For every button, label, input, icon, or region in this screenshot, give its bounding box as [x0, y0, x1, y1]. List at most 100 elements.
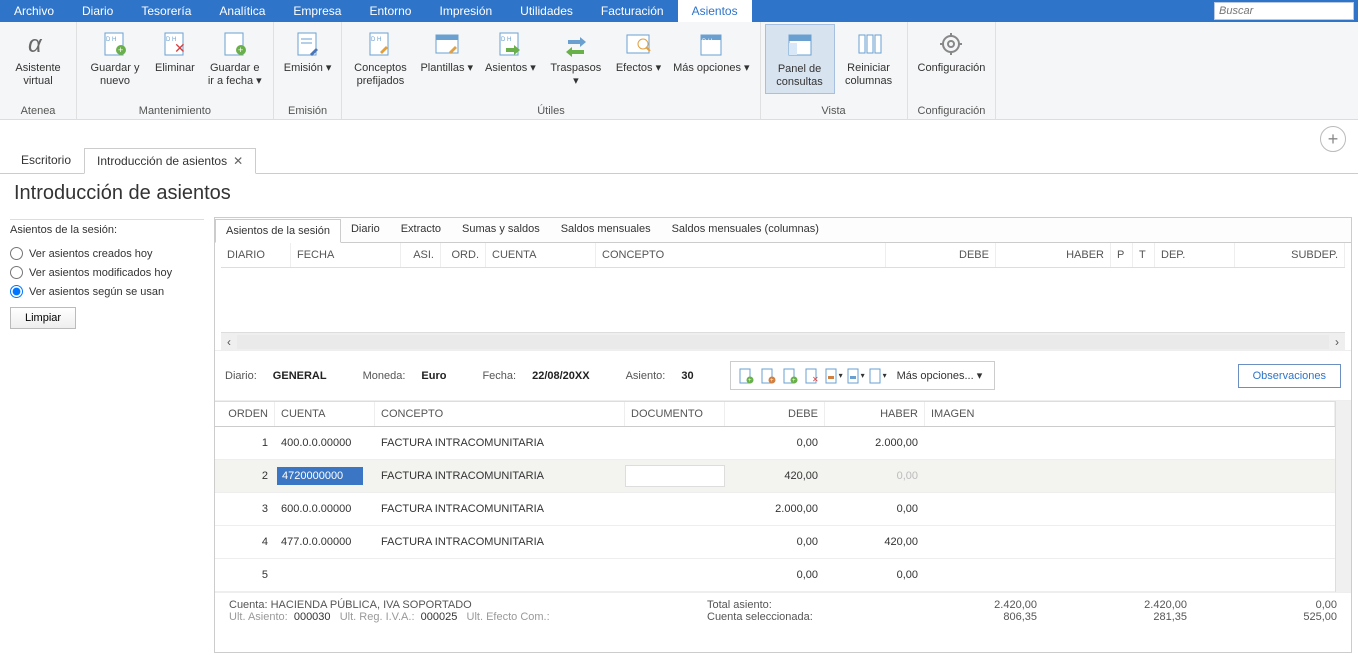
moneda-label: Moneda:	[363, 370, 406, 382]
doc-dd3-icon[interactable]: ▾	[869, 367, 887, 385]
guardar-ir-fecha-button[interactable]: + Guardar e ir a fecha ▾	[201, 24, 269, 92]
traspasos-button[interactable]: Traspasos ▾	[542, 24, 610, 92]
asistente-virtual-button[interactable]: α Asistente virtual	[4, 24, 72, 92]
total-asiento-label: Total asiento:	[707, 599, 907, 611]
doc-dd1-icon[interactable]: ▾	[825, 367, 843, 385]
col-concepto[interactable]: CONCEPTO	[596, 243, 886, 267]
session-entries-label: Asientos de la sesión:	[10, 219, 204, 244]
col-asi[interactable]: ASI.	[401, 243, 441, 267]
menu-utilidades[interactable]: Utilidades	[506, 0, 587, 22]
menu-analitica[interactable]: Analítica	[205, 0, 279, 22]
diario-value: GENERAL	[273, 370, 327, 382]
group-configuracion-label: Configuración	[908, 103, 996, 119]
scroll-left-icon[interactable]: ‹	[221, 335, 237, 349]
subtab-saldos-mensuales[interactable]: Saldos mensuales	[551, 218, 662, 242]
vertical-scrollbar[interactable]	[1335, 401, 1351, 592]
table-row[interactable]: 4 477.0.0.00000 FACTURA INTRACOMUNITARIA…	[215, 526, 1335, 559]
col-documento[interactable]: DOCUMENTO	[625, 402, 725, 426]
svg-text:D H: D H	[501, 37, 511, 43]
alpha-icon: α	[22, 28, 54, 60]
col-subdep[interactable]: SUBDEP.	[1235, 243, 1345, 267]
horizontal-scrollbar[interactable]: ‹ ›	[221, 332, 1345, 350]
lower-grid: ORDEN CUENTA CONCEPTO DOCUMENTO DEBE HAB…	[215, 401, 1335, 592]
eliminar-button[interactable]: D H✕ Eliminar	[149, 24, 201, 79]
col-imagen[interactable]: IMAGEN	[925, 402, 1335, 426]
mas-opciones-ribbon-button[interactable]: D H Más opciones ▾	[667, 24, 755, 79]
col-haber[interactable]: HABER	[996, 243, 1111, 267]
cuenta-input[interactable]	[277, 467, 363, 485]
table-row[interactable]: 1 400.0.0.00000 FACTURA INTRACOMUNITARIA…	[215, 427, 1335, 460]
observaciones-button[interactable]: Observaciones	[1238, 364, 1341, 388]
subtab-sesion[interactable]: Asientos de la sesión	[215, 219, 341, 243]
menu-tesoreria[interactable]: Tesorería	[127, 0, 205, 22]
col-ord[interactable]: ORD.	[441, 243, 486, 267]
col-cuenta[interactable]: CUENTA	[486, 243, 596, 267]
asientos-button[interactable]: D H Asientos ▾	[479, 24, 542, 79]
menu-diario[interactable]: Diario	[68, 0, 127, 22]
col-dep[interactable]: DEP.	[1155, 243, 1235, 267]
scroll-track[interactable]	[237, 335, 1329, 349]
mas-opciones-button[interactable]: Más opciones... ▾	[891, 366, 989, 385]
col-concepto2[interactable]: CONCEPTO	[375, 402, 625, 426]
group-mantenimiento-label: Mantenimiento	[77, 103, 273, 119]
col-p[interactable]: P	[1111, 243, 1133, 267]
menu-entorno[interactable]: Entorno	[355, 0, 425, 22]
total-diff: 0,00	[1247, 599, 1337, 611]
svg-text:+: +	[770, 378, 774, 384]
conceptos-prefijados-button[interactable]: D H Conceptos prefijados	[346, 24, 414, 92]
subtab-diario[interactable]: Diario	[341, 218, 391, 242]
guardar-y-nuevo-button[interactable]: D H+ Guardar y nuevo	[81, 24, 149, 92]
table-row[interactable]: 2 FACTURA INTRACOMUNITARIA 420,00 0,00	[215, 460, 1335, 493]
col-fecha[interactable]: FECHA	[291, 243, 401, 267]
subtab-extracto[interactable]: Extracto	[391, 218, 452, 242]
table-row[interactable]: 5 0,00 0,00	[215, 559, 1335, 592]
col-cuenta2[interactable]: CUENTA	[275, 402, 375, 426]
tab-escritorio[interactable]: Escritorio	[8, 147, 84, 173]
col-haber2[interactable]: HABER	[825, 402, 925, 426]
doc-dd2-icon[interactable]: ▾	[847, 367, 865, 385]
sidebar: Asientos de la sesión: Ver asientos crea…	[0, 217, 214, 653]
page-title: Introducción de asientos	[0, 174, 1358, 217]
menu-impresion[interactable]: Impresión	[425, 0, 506, 22]
radio-creados-hoy[interactable]: Ver asientos creados hoy	[10, 244, 204, 263]
menu-archivo[interactable]: Archivo	[0, 0, 68, 22]
scroll-right-icon[interactable]: ›	[1329, 335, 1345, 349]
col-t[interactable]: T	[1133, 243, 1155, 267]
svg-text:D H: D H	[702, 39, 712, 45]
table-row[interactable]: 3 600.0.0.00000 FACTURA INTRACOMUNITARIA…	[215, 493, 1335, 526]
reiniciar-columnas-button[interactable]: Reiniciar columnas	[835, 24, 903, 92]
upper-grid-header: DIARIO FECHA ASI. ORD. CUENTA CONCEPTO D…	[221, 243, 1345, 268]
total-haber: 2.420,00	[1097, 599, 1187, 611]
efectos-button[interactable]: Efectos ▾	[610, 24, 667, 79]
radio-modificados-hoy[interactable]: Ver asientos modificados hoy	[10, 263, 204, 282]
sel-debe: 806,35	[947, 611, 1037, 623]
plantillas-button[interactable]: Plantillas ▾	[414, 24, 479, 79]
info-bar: Diario: GENERAL Moneda: Euro Fecha: 22/0…	[215, 350, 1351, 401]
menu-empresa[interactable]: Empresa	[279, 0, 355, 22]
tab-introduccion-asientos[interactable]: Introducción de asientos✕	[84, 148, 256, 174]
add-tab-button[interactable]: +	[1320, 126, 1346, 152]
doc-add-icon[interactable]: +	[737, 367, 755, 385]
subtab-sumas[interactable]: Sumas y saldos	[452, 218, 551, 242]
col-diario[interactable]: DIARIO	[221, 243, 291, 267]
subtab-saldos-columnas[interactable]: Saldos mensuales (columnas)	[662, 218, 830, 242]
emision-button[interactable]: Emisión ▾	[278, 24, 338, 79]
col-debe[interactable]: DEBE	[886, 243, 996, 267]
content: Asientos de la sesión Diario Extracto Su…	[214, 217, 1352, 653]
menu-facturacion[interactable]: Facturación	[587, 0, 678, 22]
close-icon[interactable]: ✕	[233, 154, 243, 168]
col-debe2[interactable]: DEBE	[725, 402, 825, 426]
columns-icon	[853, 28, 885, 60]
panel-consultas-button[interactable]: Panel de consultas	[765, 24, 835, 94]
search-input[interactable]	[1214, 2, 1354, 20]
svg-text:✕: ✕	[174, 40, 186, 56]
radio-segun-se-usan[interactable]: Ver asientos según se usan	[10, 282, 204, 301]
doc-add2-icon[interactable]: +	[759, 367, 777, 385]
configuracion-button[interactable]: Configuración	[912, 24, 992, 79]
col-orden[interactable]: ORDEN	[215, 402, 275, 426]
doc-add3-icon[interactable]: +	[781, 367, 799, 385]
menu-asientos[interactable]: Asientos	[678, 0, 752, 22]
doc-remove-icon[interactable]: ✕	[803, 367, 821, 385]
limpiar-button[interactable]: Limpiar	[10, 307, 76, 329]
footer: Cuenta: HACIENDA PÚBLICA, IVA SOPORTADO …	[215, 592, 1351, 629]
